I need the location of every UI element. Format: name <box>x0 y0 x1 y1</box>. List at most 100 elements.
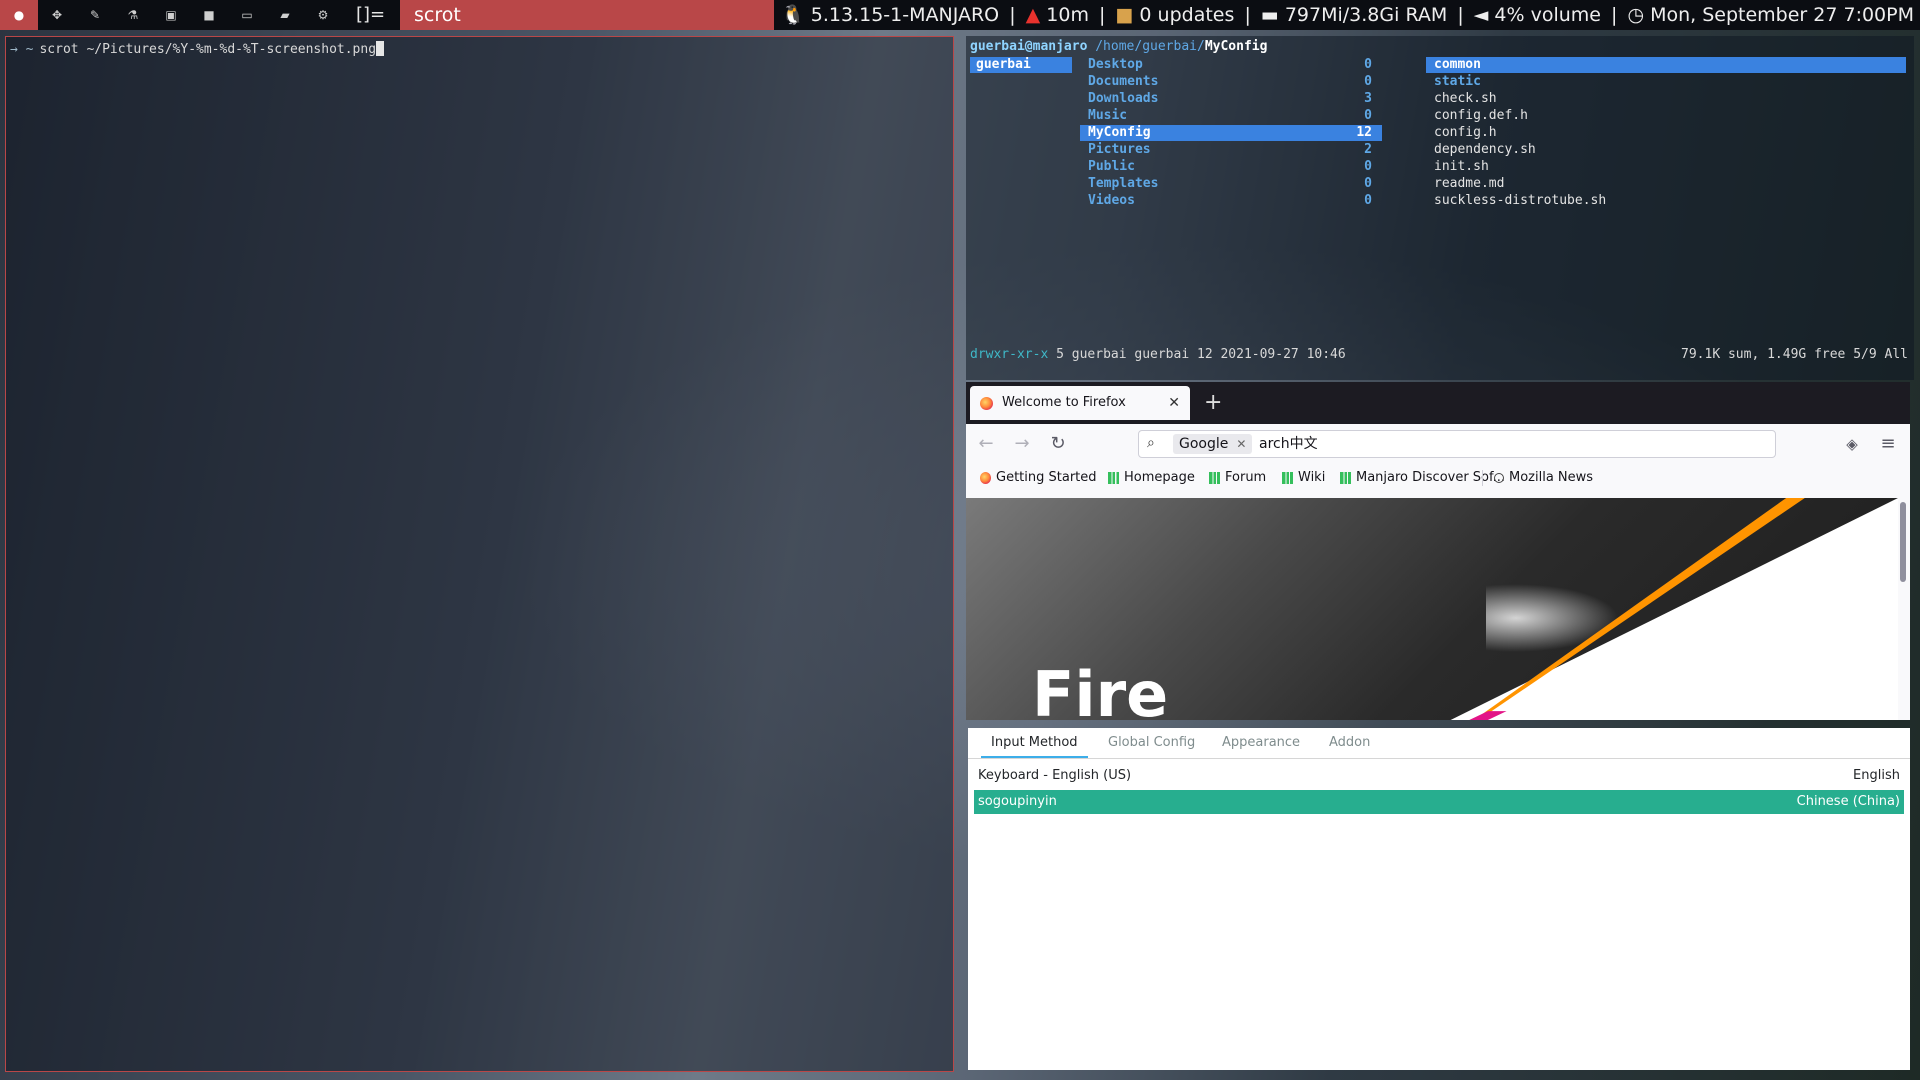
video-icon[interactable]: ■ <box>190 0 228 30</box>
disk-summary: 79.1K sum, 1.49G free 5/9 All <box>1681 347 1908 362</box>
input-method-name: sogoupinyin <box>978 794 1057 809</box>
top-status-bar: ● ✥ ✎ ⚗ ▣ ■ ▭ ▰ ⚙ []= scrot 🐧 5.13.15-1-M… <box>0 0 1920 30</box>
laptop-icon[interactable]: ▭ <box>228 0 266 30</box>
back-icon[interactable]: ← <box>974 432 998 456</box>
separator: | <box>1099 4 1106 26</box>
globe-icon <box>1494 473 1504 483</box>
datetime: Mon, September 27 7:00PM <box>1650 4 1914 26</box>
fcitx-config-window[interactable]: Input Method Global Config Appearance Ad… <box>968 728 1910 1070</box>
list-item[interactable]: Desktop 0 <box>1080 57 1382 73</box>
terminal-window[interactable]: → ~ scrot ~/Pictures/%Y-%m-%d-%T-screensh… <box>5 36 954 1072</box>
tab-strip: Welcome to Firefox ✕ + <box>966 382 1910 424</box>
bookmark-manjaro-discover[interactable]: Manjaro Discover Sof... <box>1340 464 1505 492</box>
tab-welcome[interactable]: Welcome to Firefox ✕ <box>970 386 1190 420</box>
current-dir: MyConfig <box>1204 39 1268 54</box>
manjaro-icon <box>1282 472 1293 484</box>
parent-dir-selected[interactable]: guerbai <box>970 57 1072 73</box>
settings-icon[interactable]: ⚙ <box>304 0 342 30</box>
firefox-window[interactable]: Welcome to Firefox ✕ + ← → ↻ ⌕ Google ✕ a… <box>966 382 1910 720</box>
terminal-prompt: → ~ <box>10 42 34 57</box>
game-icon[interactable]: ✥ <box>38 0 76 30</box>
tab-input-method[interactable]: Input Method <box>981 728 1088 758</box>
list-item[interactable]: Music 0 <box>1080 108 1382 124</box>
list-item[interactable]: Documents 0 <box>1080 74 1382 90</box>
manjaro-icon <box>1108 472 1119 484</box>
window-title: scrot <box>400 0 774 30</box>
url-bar[interactable]: ⌕ Google ✕ arch中文 <box>1138 430 1776 458</box>
bookmark-mozilla-news[interactable]: Mozilla News <box>1494 464 1593 492</box>
uptime: 10m <box>1046 4 1089 26</box>
list-item[interactable]: Public 0 <box>1080 159 1382 175</box>
flask-icon[interactable]: ⚗ <box>114 0 152 30</box>
reload-icon[interactable]: ↻ <box>1046 432 1070 456</box>
manjaro-icon <box>1340 472 1351 484</box>
memory-icon: ▬ <box>1260 4 1279 26</box>
bookmark-getting-started[interactable]: Getting Started <box>980 464 1097 492</box>
list-item[interactable]: config.def.h <box>1426 108 1906 124</box>
separator: | <box>1611 4 1618 26</box>
bookmark-wiki[interactable]: Wiki <box>1282 464 1325 492</box>
layout-indicator[interactable]: []= <box>356 0 385 30</box>
config-tabs: Input Method Global Config Appearance Ad… <box>968 728 1910 759</box>
separator: | <box>1457 4 1464 26</box>
user-host: guerbai@manjaro <box>970 39 1088 54</box>
bookmarks-toolbar: Getting Started Homepage Forum Wiki Manj… <box>966 464 1910 492</box>
pen-icon[interactable]: ✎ <box>76 0 114 30</box>
tab-title: Welcome to Firefox <box>1002 395 1126 410</box>
firefox-icon <box>980 472 991 484</box>
navigation-toolbar: ← → ↻ ⌕ Google ✕ arch中文 ◈ ≡ <box>966 424 1910 464</box>
menu-icon[interactable]: ≡ <box>1876 432 1900 456</box>
new-tab-button[interactable]: + <box>1204 382 1222 424</box>
text-cursor <box>376 41 385 56</box>
updates: 0 updates <box>1139 4 1235 26</box>
separator: | <box>1009 4 1016 26</box>
terminal-command: scrot ~/Pictures/%Y-%m-%d-%T-screenshot.… <box>39 42 377 57</box>
list-item[interactable]: Keyboard - English (US) English <box>974 764 1904 788</box>
tab-global-config[interactable]: Global Config <box>1098 728 1205 758</box>
separator: | <box>1244 4 1251 26</box>
list-item[interactable]: init.sh <box>1426 159 1906 175</box>
close-icon[interactable]: ✕ <box>1168 386 1180 420</box>
bookmark-homepage[interactable]: Homepage <box>1108 464 1195 492</box>
bookmark-separator <box>1482 470 1483 486</box>
current-path: /home/guerbai/ <box>1095 39 1205 54</box>
list-item-selected[interactable]: sogoupinyin Chinese (China) <box>974 790 1904 814</box>
list-item[interactable]: Templates 0 <box>1080 176 1382 192</box>
tab-addon[interactable]: Addon <box>1319 728 1380 758</box>
image-icon[interactable]: ▣ <box>152 0 190 30</box>
list-item[interactable]: Downloads 3 <box>1080 91 1382 107</box>
url-input[interactable]: arch中文 <box>1259 431 1318 457</box>
input-method-name: Keyboard - English (US) <box>978 768 1132 783</box>
manjaro-icon[interactable]: ● <box>0 0 38 30</box>
list-item[interactable]: suckless-distrotube.sh <box>1426 193 1906 209</box>
package-icon: ■ <box>1115 4 1134 26</box>
firefox-icon <box>980 397 993 410</box>
list-item[interactable]: Videos 0 <box>1080 193 1382 209</box>
scrollbar[interactable] <box>1900 502 1906 582</box>
list-item[interactable]: config.h <box>1426 125 1906 141</box>
ranger-file-manager[interactable]: guerbai@manjaro /home/guerbai/MyConfig g… <box>966 36 1914 380</box>
welcome-page-hero: Fire <box>966 498 1898 720</box>
list-item-selected[interactable]: MyConfig 12 <box>1080 125 1382 141</box>
ram-usage: 797Mi/3.8Gi RAM <box>1284 4 1448 26</box>
list-item[interactable]: readme.md <box>1426 176 1906 192</box>
input-method-language: English <box>1853 768 1900 783</box>
uptime-icon: ▲ <box>1025 4 1041 26</box>
list-item-selected[interactable]: common <box>1426 57 1906 73</box>
kernel-version: 5.13.15-1-MANJARO <box>810 4 1000 26</box>
list-item[interactable]: static <box>1426 74 1906 90</box>
folder-icon[interactable]: ▰ <box>266 0 304 30</box>
hero-heading: Fire <box>1032 658 1169 720</box>
permissions: drwxr-xr-x <box>970 347 1049 362</box>
list-item[interactable]: Pictures 2 <box>1080 142 1382 158</box>
pocket-icon[interactable]: ◈ <box>1840 432 1864 456</box>
remove-engine-icon[interactable]: ✕ <box>1236 434 1246 454</box>
list-item[interactable]: dependency.sh <box>1426 142 1906 158</box>
input-method-list: Keyboard - English (US) English sogoupin… <box>974 764 1904 816</box>
list-item[interactable]: check.sh <box>1426 91 1906 107</box>
forward-icon[interactable]: → <box>1010 432 1034 456</box>
search-engine-chip[interactable]: Google ✕ <box>1173 434 1253 454</box>
tab-appearance[interactable]: Appearance <box>1212 728 1310 758</box>
bookmark-forum[interactable]: Forum <box>1209 464 1266 492</box>
terminal-command-line[interactable]: → ~ scrot ~/Pictures/%Y-%m-%d-%T-screensh… <box>10 41 385 57</box>
